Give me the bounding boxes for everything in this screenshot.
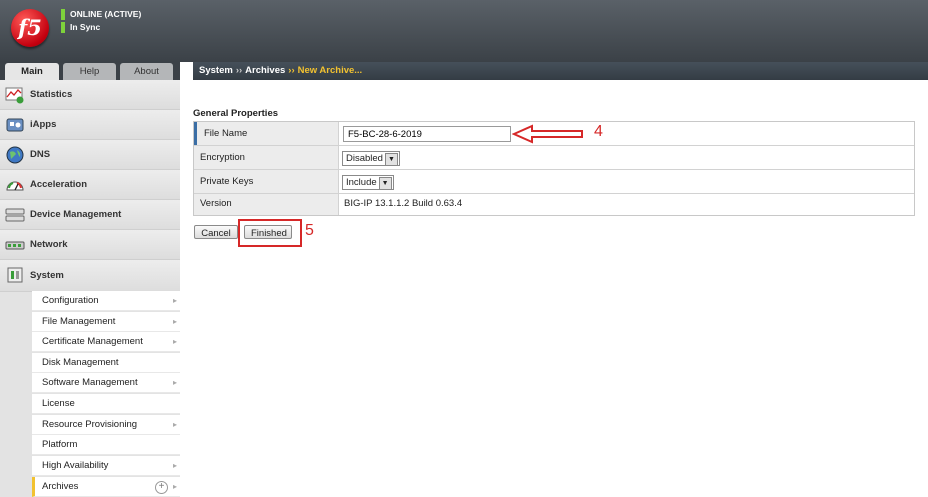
submenu-label: File Management (42, 316, 116, 327)
breadcrumb-separator: ›› (235, 65, 243, 76)
breadcrumb-current: New Archive... (297, 65, 363, 76)
tab-about[interactable]: About (120, 63, 173, 80)
top-header: f5 ONLINE (ACTIVE) In Sync (0, 0, 928, 62)
dropdown-arrow-icon[interactable]: ▼ (378, 177, 392, 190)
sidebar-item-label: Network (30, 239, 68, 250)
version-value: BIG-IP 13.1.1.2 Build 0.63.4 (344, 198, 463, 209)
system-icon (7, 267, 23, 283)
encryption-label: Encryption (194, 146, 339, 169)
gauge-icon (6, 181, 24, 191)
file-name-label: File Name (194, 122, 339, 145)
device-status: ONLINE (ACTIVE) (61, 9, 141, 20)
submenu-label: Resource Provisioning (42, 419, 138, 430)
breadcrumb-archives[interactable]: Archives (245, 65, 285, 76)
annotation-arrow-icon (512, 124, 583, 144)
annotation-step-4: 4 (594, 123, 603, 140)
submenu-item-software-management[interactable]: Software Management ▸ (32, 373, 180, 393)
submenu-item-resource-provisioning[interactable]: Resource Provisioning ▸ (32, 415, 180, 435)
statistics-icon (5, 87, 24, 104)
breadcrumb-separator: ›› (288, 65, 295, 76)
submenu-item-disk-management[interactable]: Disk Management (32, 353, 180, 373)
sidebar-item-label: Statistics (30, 89, 73, 100)
chevron-right-icon: ▸ (172, 296, 177, 305)
globe-icon (6, 146, 24, 164)
tab-bar: Main Help About (0, 62, 180, 80)
file-name-input[interactable] (343, 126, 511, 142)
submenu-label: Certificate Management (42, 336, 143, 347)
private-keys-value: Include (346, 177, 377, 188)
sidebar-item-label: iApps (30, 119, 57, 130)
cancel-button[interactable]: Cancel (194, 225, 238, 239)
sidebar-item-system[interactable]: System (0, 260, 180, 292)
section-title: General Properties (193, 108, 279, 119)
network-icon (5, 241, 25, 250)
submenu-item-license[interactable]: License (32, 394, 180, 414)
submenu-item-platform[interactable]: Platform (32, 435, 180, 455)
iapps-icon (6, 118, 24, 132)
row-encryption: Encryption Disabled ▼ (194, 146, 914, 170)
submenu-label: License (42, 398, 75, 409)
sidebar-item-iapps[interactable]: iApps (0, 110, 180, 140)
tab-help[interactable]: Help (63, 63, 116, 80)
submenu-label: Configuration (42, 295, 99, 306)
submenu-label: Archives (42, 481, 79, 492)
dropdown-arrow-icon[interactable]: ▼ (384, 153, 398, 166)
chevron-right-icon: ▸ (172, 378, 177, 387)
finished-button[interactable]: Finished (244, 225, 292, 239)
sidebar-item-network[interactable]: Network (0, 230, 180, 260)
row-private-keys: Private Keys Include ▼ (194, 170, 914, 194)
chevron-right-icon: ▸ (172, 337, 177, 346)
breadcrumb: System ›› Archives ›› New Archive... (193, 62, 928, 80)
sidebar-item-label: System (30, 270, 64, 281)
sync-status[interactable]: In Sync (61, 22, 100, 33)
submenu-item-high-availability[interactable]: High Availability ▸ (32, 456, 180, 476)
sidebar-item-statistics[interactable]: Statistics (0, 80, 180, 110)
submenu-label: High Availability (42, 460, 109, 471)
sidebar-item-label: Device Management (30, 209, 122, 220)
annotation-step-5: 5 (305, 222, 314, 239)
encryption-select[interactable]: Disabled ▼ (342, 151, 400, 166)
f5-logo[interactable]: f5 (11, 9, 49, 47)
chevron-right-icon: ▸ (172, 420, 177, 429)
submenu-label: Software Management (42, 377, 138, 388)
chevron-right-icon: ▸ (172, 482, 177, 491)
submenu-item-file-management[interactable]: File Management ▸ (32, 312, 180, 332)
sidebar-item-label: Acceleration (30, 179, 88, 190)
encryption-value: Disabled (346, 153, 383, 164)
private-keys-label: Private Keys (194, 170, 339, 193)
sidebar-item-device-management[interactable]: Device Management (0, 200, 180, 230)
submenu-item-certificate-management[interactable]: Certificate Management ▸ (32, 332, 180, 352)
chevron-right-icon: ▸ (172, 461, 177, 470)
version-label: Version (194, 194, 339, 215)
plus-icon[interactable]: + (155, 481, 168, 494)
submenu-item-configuration[interactable]: Configuration ▸ (32, 291, 180, 311)
row-version: Version BIG-IP 13.1.1.2 Build 0.63.4 (194, 194, 914, 215)
sidebar-item-label: DNS (30, 149, 51, 160)
tab-main[interactable]: Main (5, 63, 59, 80)
submenu-label: Platform (42, 439, 78, 450)
chevron-right-icon: ▸ (172, 317, 177, 326)
device-icon (5, 208, 25, 222)
submenu-item-archives[interactable]: Archives + ▸ (32, 477, 180, 497)
sidebar-item-dns[interactable]: DNS (0, 140, 180, 170)
submenu-label: Disk Management (42, 357, 119, 368)
breadcrumb-system[interactable]: System (199, 65, 233, 76)
private-keys-select[interactable]: Include ▼ (342, 175, 394, 190)
sidebar-item-acceleration[interactable]: Acceleration (0, 170, 180, 200)
